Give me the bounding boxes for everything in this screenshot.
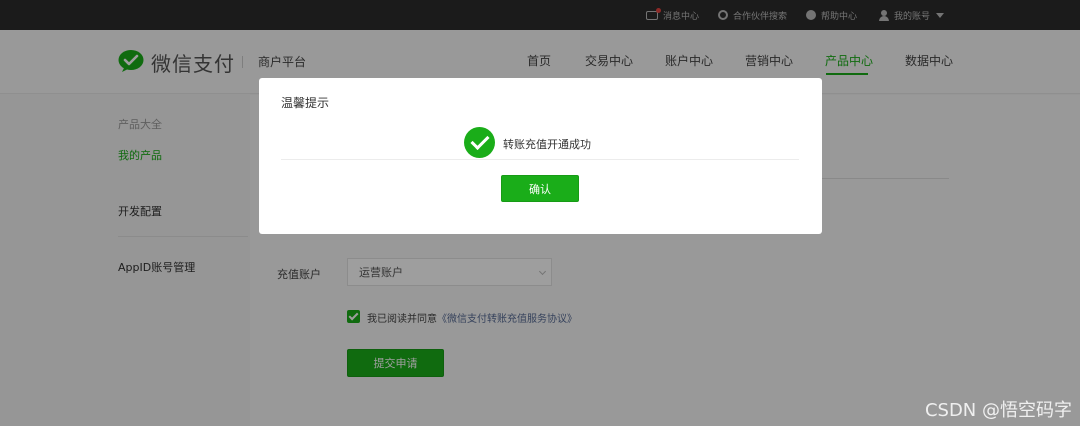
- tip-dialog: 温馨提示 转账充值开通成功 确认: [259, 78, 822, 234]
- watermark-text: CSDN @悟空码字: [924, 400, 1072, 421]
- success-check-icon: [464, 127, 495, 158]
- success-message: 转账充值开通成功: [503, 138, 591, 151]
- confirm-button[interactable]: 确认: [501, 175, 579, 202]
- dialog-divider: [281, 159, 799, 160]
- dialog-title: 温馨提示: [281, 96, 330, 110]
